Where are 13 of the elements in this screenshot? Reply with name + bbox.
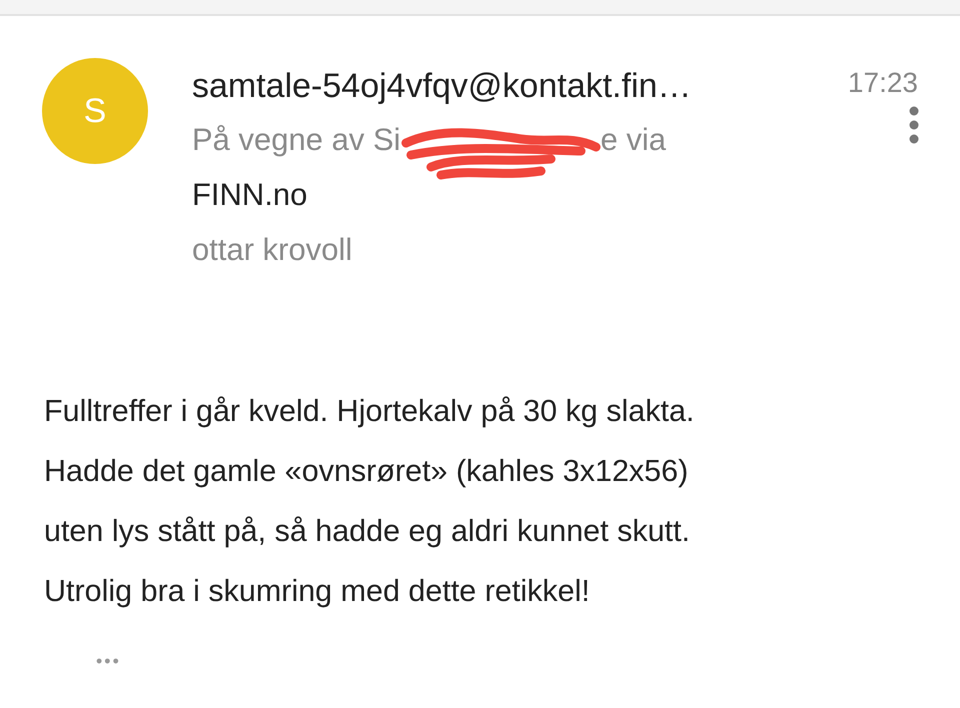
show-more-button[interactable]: ••• — [96, 651, 960, 672]
service-name: FINN.no — [192, 176, 308, 214]
message-text: uten lys stått på, så hadde eg aldri kunnet skutt. — [44, 513, 691, 550]
message-text: Utrolig bra i skumring med dette retikkel! — [44, 573, 591, 610]
sender-avatar: S — [42, 58, 148, 164]
sender-address: samtale-54oj4vfqv@kontakt.fin… — [192, 66, 692, 107]
via-text: e via — [600, 121, 666, 159]
recipient-name: ottar krovoll — [192, 231, 354, 269]
message-time: 17:23 — [848, 66, 918, 100]
on-behalf-text: På vegne av Si — [192, 121, 401, 159]
more-options-icon[interactable] — [908, 106, 920, 146]
message-text: Fulltreffer i går kveld. Hjortekalv på 30 kg slakta. — [44, 393, 696, 430]
message-text: Hadde det gamle «ovnsrøret» (kahles 3x12x56) — [44, 453, 690, 490]
